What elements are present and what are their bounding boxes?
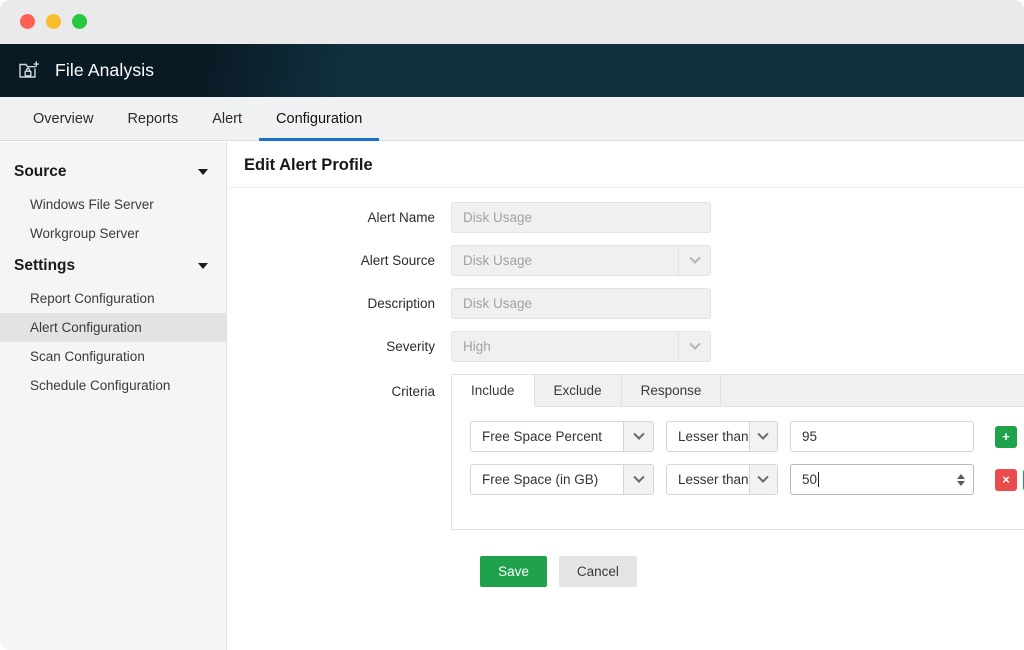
sidebar-group-source[interactable]: Source [0, 154, 226, 190]
description-input[interactable]: Disk Usage [451, 288, 711, 319]
criteria-body: Free Space Percent Lesser than 95 + [452, 407, 1024, 529]
chevron-down-icon [623, 465, 653, 494]
alert-name-label: Alert Name [228, 210, 451, 225]
criteria-field-select-1[interactable]: Free Space Percent [470, 421, 654, 452]
alert-profile-form: Alert Name Disk Usage Alert Source Disk … [228, 188, 1024, 587]
criteria-value-text-1: 95 [802, 429, 817, 444]
save-button[interactable]: Save [480, 556, 547, 587]
form-row-description: Description Disk Usage [228, 288, 1024, 319]
number-stepper[interactable] [957, 474, 965, 486]
traffic-lights [20, 14, 87, 29]
form-row-alert-name: Alert Name Disk Usage [228, 202, 1024, 233]
main-content: Edit Alert Profile Alert Name Disk Usage… [228, 142, 1024, 650]
sidebar-item-workgroup-server[interactable]: Workgroup Server [0, 219, 226, 248]
sidebar-item-scan-configuration[interactable]: Scan Configuration [0, 342, 226, 371]
severity-label: Severity [228, 339, 451, 354]
criteria-operator-select-2[interactable]: Lesser than [666, 464, 778, 495]
criteria-value-input-2[interactable]: 50 [790, 464, 974, 495]
form-row-criteria: Criteria Include Exclude Response Free S… [228, 374, 1024, 530]
tab-configuration[interactable]: Configuration [259, 97, 379, 140]
alert-source-select[interactable]: Disk Usage [451, 245, 711, 276]
severity-placeholder: High [452, 339, 491, 354]
tab-alert[interactable]: Alert [195, 97, 259, 140]
minimize-button[interactable] [46, 14, 61, 29]
criteria-tabs: Include Exclude Response [452, 375, 1024, 407]
criteria-panel: Include Exclude Response Free Space Perc… [451, 374, 1024, 530]
alert-name-input[interactable]: Disk Usage [451, 202, 711, 233]
criteria-tabs-filler [721, 375, 1024, 406]
close-button[interactable] [20, 14, 35, 29]
sidebar-item-windows-file-server[interactable]: Windows File Server [0, 190, 226, 219]
remove-criteria-button-2[interactable]: × [995, 469, 1017, 491]
criteria-operator-select-1[interactable]: Lesser than [666, 421, 778, 452]
form-row-severity: Severity High [228, 331, 1024, 362]
sidebar-item-alert-configuration[interactable]: Alert Configuration [0, 313, 226, 342]
sidebar-group-settings[interactable]: Settings [0, 248, 226, 284]
chevron-down-icon [198, 169, 208, 175]
criteria-row: Free Space (in GB) Lesser than 50 [470, 464, 1024, 495]
criteria-operator-value-1: Lesser than [667, 429, 749, 444]
page-title: Edit Alert Profile [228, 142, 1024, 175]
app-title: File Analysis [55, 60, 154, 81]
stepper-down-icon[interactable] [957, 481, 965, 486]
alert-name-placeholder: Disk Usage [452, 210, 532, 225]
sidebar-item-schedule-configuration[interactable]: Schedule Configuration [0, 371, 226, 400]
criteria-row: Free Space Percent Lesser than 95 + [470, 421, 1024, 452]
criteria-field-select-2[interactable]: Free Space (in GB) [470, 464, 654, 495]
form-actions: Save Cancel [228, 556, 1024, 587]
add-criteria-button-1[interactable]: + [995, 426, 1017, 448]
chevron-down-icon [623, 422, 653, 451]
criteria-value-text-2: 50 [802, 472, 817, 487]
alert-source-placeholder: Disk Usage [452, 253, 532, 268]
criteria-operator-value-2: Lesser than [667, 472, 749, 487]
criteria-label: Criteria [228, 374, 451, 399]
tab-reports[interactable]: Reports [110, 97, 195, 140]
app-window: File Analysis Overview Reports Alert Con… [0, 0, 1024, 650]
chevron-down-icon [749, 422, 777, 451]
text-cursor [818, 472, 819, 487]
title-bar [0, 0, 1024, 44]
stepper-up-icon[interactable] [957, 474, 965, 479]
folder-lock-add-icon [17, 59, 41, 83]
criteria-value-input-1[interactable]: 95 [790, 421, 974, 452]
description-label: Description [228, 296, 451, 311]
sidebar-item-report-configuration[interactable]: Report Configuration [0, 284, 226, 313]
sidebar-group-settings-label: Settings [14, 257, 75, 275]
alert-source-label: Alert Source [228, 253, 451, 268]
sidebar-group-source-label: Source [14, 163, 67, 181]
sidebar: Source Windows File Server Workgroup Ser… [0, 142, 227, 650]
criteria-tab-exclude[interactable]: Exclude [535, 375, 622, 406]
chevron-down-icon [678, 332, 710, 361]
chevron-down-icon [749, 465, 777, 494]
app-header: File Analysis [0, 44, 1024, 97]
description-placeholder: Disk Usage [452, 296, 532, 311]
cancel-button[interactable]: Cancel [559, 556, 637, 587]
form-row-alert-source: Alert Source Disk Usage [228, 245, 1024, 276]
severity-select[interactable]: High [451, 331, 711, 362]
tab-overview[interactable]: Overview [16, 97, 110, 140]
chevron-down-icon [678, 246, 710, 275]
chevron-down-icon [198, 263, 208, 269]
criteria-field-value-1: Free Space Percent [471, 429, 623, 444]
main-nav: Overview Reports Alert Configuration [0, 97, 1024, 141]
criteria-field-value-2: Free Space (in GB) [471, 472, 623, 487]
criteria-tab-include[interactable]: Include [452, 375, 535, 407]
criteria-tab-response[interactable]: Response [622, 375, 722, 406]
maximize-button[interactable] [72, 14, 87, 29]
